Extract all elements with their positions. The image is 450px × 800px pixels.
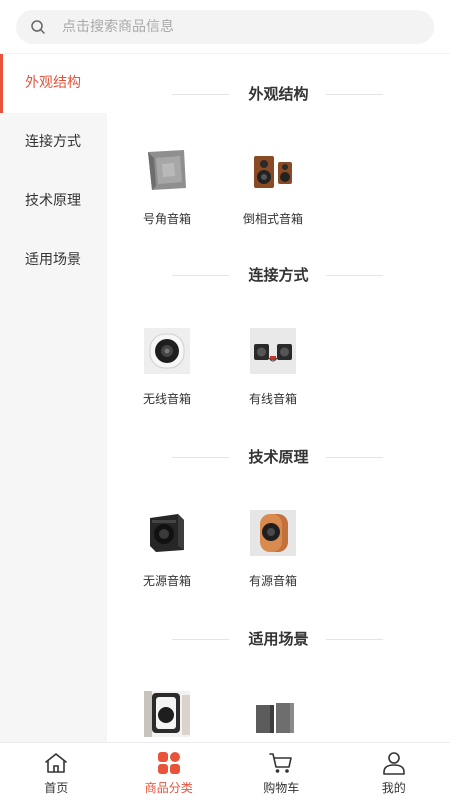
product-label: 号角音箱 — [142, 212, 191, 226]
home-icon — [45, 753, 68, 773]
product-item-wired-speaker[interactable]: 有线音箱 — [227, 328, 319, 407]
product-label: 倒相式音箱 — [242, 212, 303, 226]
product-item-scenario-2[interactable] — [227, 691, 319, 742]
bass-reflex-speaker-icon — [250, 148, 296, 194]
product-item-horn-speaker[interactable]: 号角音箱 — [121, 148, 213, 227]
section-title: 适用场景 — [248, 630, 309, 648]
category-sidebar: 外观结构 连接方式 技术原理 适用场景 — [0, 54, 107, 742]
product-item-wireless-speaker[interactable]: 无线音箱 — [121, 328, 213, 407]
product-label: 有源音箱 — [248, 574, 297, 588]
tab-label: 首页 — [44, 781, 69, 795]
divider-line — [326, 457, 383, 458]
section-title: 连接方式 — [248, 266, 309, 284]
section-scenario: 适用场景 — [107, 627, 450, 737]
section-header: 技术原理 — [107, 445, 450, 469]
section-header: 适用场景 — [107, 627, 450, 651]
sidebar-item-appearance[interactable]: 外观结构 — [0, 54, 107, 113]
app-root: 外观结构 连接方式 技术原理 适用场景 外观结构 号角音箱 — [0, 0, 450, 800]
tab-category[interactable]: 商品分类 — [113, 743, 226, 800]
product-label: 有线音箱 — [248, 392, 297, 406]
search-header — [0, 0, 450, 54]
bottom-tab-bar: 首页 商品分类 购物车 我的 — [0, 742, 450, 800]
sidebar-item-scenario[interactable]: 适用场景 — [0, 231, 107, 290]
tab-home[interactable]: 首页 — [0, 743, 113, 800]
desktop-speaker-icon — [144, 691, 190, 737]
tab-profile[interactable]: 我的 — [338, 743, 450, 800]
product-item-passive-speaker[interactable]: 无源音箱 — [121, 510, 213, 589]
active-speaker-icon — [250, 510, 296, 556]
divider-line — [326, 639, 383, 640]
section-appearance: 外观结构 号角音箱 倒相式音箱 — [107, 82, 450, 226]
section-technology: 技术原理 无源音箱 有源音箱 — [107, 445, 450, 588]
product-item-bass-reflex-speaker[interactable]: 倒相式音箱 — [227, 148, 319, 227]
section-header: 连接方式 — [107, 263, 450, 287]
section-connection: 连接方式 无线音箱 有线音箱 — [107, 263, 450, 406]
user-icon — [382, 752, 405, 775]
tab-label: 我的 — [381, 781, 406, 795]
divider-line — [326, 94, 383, 95]
search-icon — [31, 20, 45, 34]
section-header: 外观结构 — [107, 82, 450, 106]
section-title: 外观结构 — [248, 85, 309, 103]
tab-cart[interactable]: 购物车 — [225, 743, 338, 800]
section-title: 技术原理 — [248, 448, 309, 466]
search-bar[interactable] — [16, 10, 434, 44]
product-item-scenario-1[interactable] — [121, 691, 213, 742]
passive-speaker-icon — [144, 510, 190, 556]
tab-label: 购物车 — [263, 781, 300, 795]
sidebar-item-technology[interactable]: 技术原理 — [0, 172, 107, 231]
product-label: 无线音箱 — [142, 392, 191, 406]
product-item-active-speaker[interactable]: 有源音箱 — [227, 510, 319, 589]
wireless-speaker-icon — [144, 328, 190, 374]
sidebar-item-connection[interactable]: 连接方式 — [0, 113, 107, 172]
product-label: 无源音箱 — [142, 574, 191, 588]
search-input[interactable] — [62, 19, 392, 35]
wired-speaker-icon — [250, 328, 296, 374]
horn-speaker-icon — [144, 148, 190, 194]
tab-label: 商品分类 — [144, 781, 193, 795]
divider-line — [326, 275, 383, 276]
bookshelf-speaker-icon — [250, 691, 296, 737]
cart-icon — [269, 753, 293, 773]
category-content: 外观结构 号角音箱 倒相式音箱 连接方式 无线音箱 有线音箱 技术原理 无源音箱… — [107, 54, 450, 742]
category-icon — [157, 752, 180, 774]
